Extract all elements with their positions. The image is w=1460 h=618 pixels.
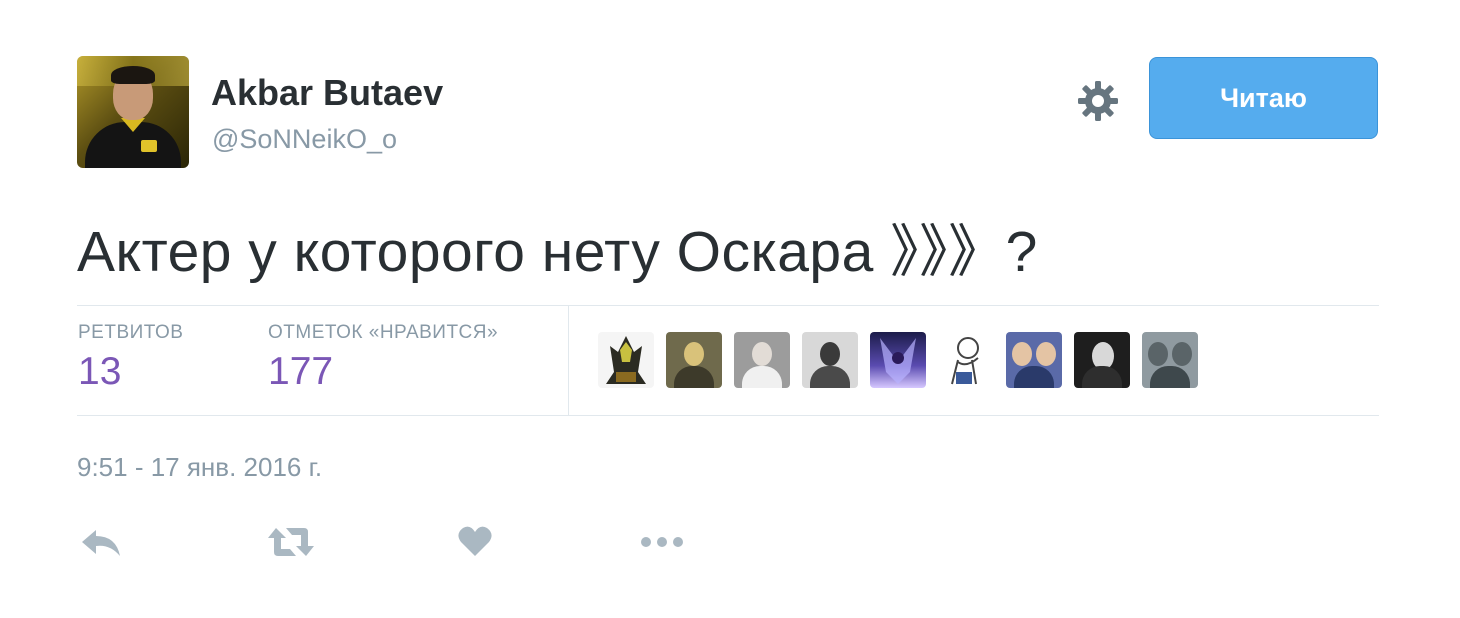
screen-name[interactable]: @SoNNeikO_o: [212, 124, 397, 155]
gear-icon[interactable]: [1076, 79, 1120, 123]
stats-vertical-divider: [568, 306, 569, 416]
stats-bottom-divider: [77, 415, 1379, 416]
heart-icon[interactable]: [457, 522, 493, 562]
avatar-hair: [111, 66, 155, 84]
retweets-count: 13: [78, 350, 122, 393]
more-icon[interactable]: [638, 522, 686, 562]
liker-avatar-7[interactable]: [1006, 332, 1062, 388]
liker-avatar-3[interactable]: [734, 332, 790, 388]
retweets-stat[interactable]: РЕТВИТОВ 13: [78, 322, 184, 391]
retweets-label: РЕТВИТОВ: [78, 322, 184, 343]
reply-icon[interactable]: [80, 522, 122, 562]
liker-avatar-1[interactable]: [598, 332, 654, 388]
liker-avatar-9[interactable]: [1142, 332, 1198, 388]
avatar[interactable]: [77, 56, 189, 168]
display-name[interactable]: Akbar Butaev: [211, 72, 443, 114]
liker-avatar-6[interactable]: [938, 332, 994, 388]
tweet-timestamp[interactable]: 9:51 - 17 янв. 2016 г.: [77, 452, 322, 483]
liker-avatar-4[interactable]: [802, 332, 858, 388]
following-button[interactable]: Читаю: [1149, 57, 1378, 139]
liker-avatar-2[interactable]: [666, 332, 722, 388]
likers-list: [598, 332, 1198, 388]
likes-stat[interactable]: ОТМЕТОК «НРАВИТСЯ» 177: [268, 322, 498, 391]
tweet-text: Актер у которого нету Оскара 》》》?: [77, 220, 1038, 284]
likes-count: 177: [268, 350, 334, 393]
retweet-icon[interactable]: [266, 522, 316, 562]
liker-avatar-5[interactable]: [870, 332, 926, 388]
avatar-badge: [141, 140, 157, 152]
likes-label: ОТМЕТОК «НРАВИТСЯ»: [268, 322, 499, 343]
liker-avatar-8[interactable]: [1074, 332, 1130, 388]
stats-top-divider: [77, 305, 1379, 306]
